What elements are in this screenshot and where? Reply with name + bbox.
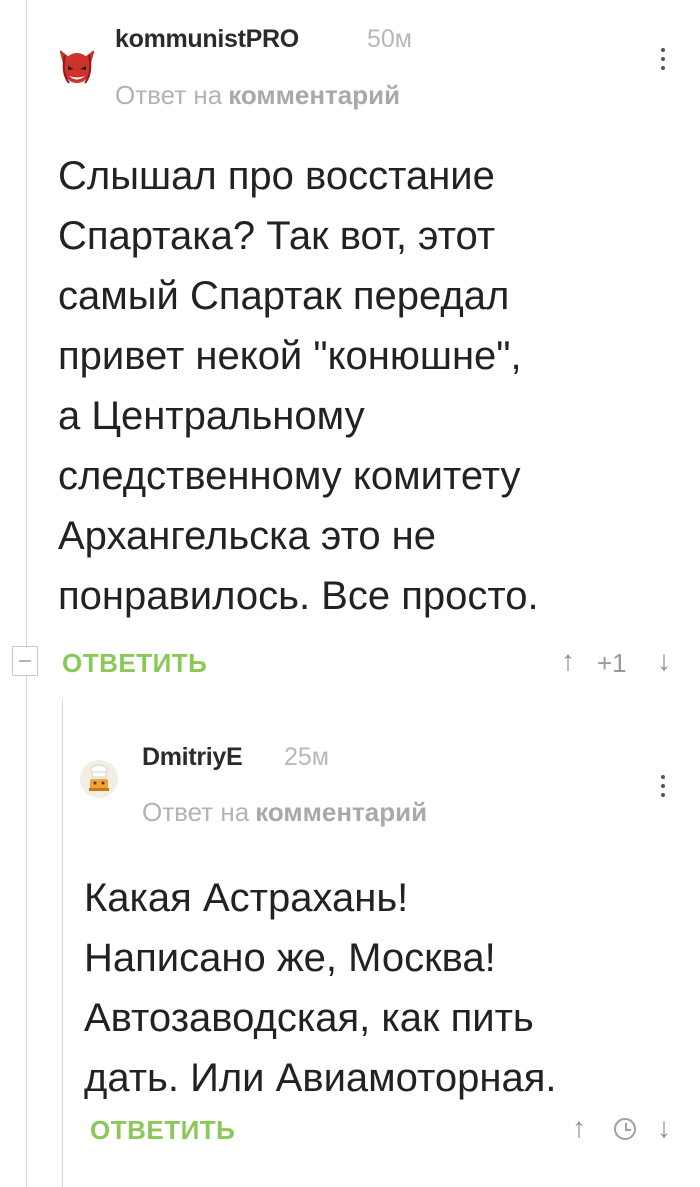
comment-body-line: а Центральному — [58, 394, 365, 438]
comment: kommunistPRO 50м Ответ на комментарий Слы… — [0, 0, 700, 690]
comments-thread: kommunistPRO 50м Ответ на комментарий Слы… — [0, 0, 700, 1187]
comment-body-line: дать. Или Авиамоторная. — [84, 1056, 557, 1100]
comment-body-line: Написано же, Москва! — [84, 936, 496, 980]
reply-to-line: Ответ на комментарий — [142, 797, 427, 828]
reply-button[interactable]: ОТВЕТИТЬ — [62, 648, 207, 679]
upvote-arrow-icon[interactable]: ↑ — [572, 1112, 586, 1144]
reply-to-line: Ответ на комментарий — [115, 80, 400, 111]
reply-to-link[interactable]: комментарий — [228, 80, 400, 110]
reply-to-prefix: Ответ на — [142, 797, 250, 827]
devil-avatar-icon[interactable] — [55, 43, 99, 87]
comment-body-line: Слышал про восстание — [58, 154, 495, 198]
comment-time: 50м — [367, 25, 412, 53]
comment-rating: +1 — [597, 648, 627, 678]
comment-body-line: следственному комитету — [58, 454, 521, 498]
comment-body-line: Спартака? Так вот, этот — [58, 214, 496, 258]
comment-body-line: Автозаводская, как пить — [84, 996, 534, 1040]
comment-body: Какая Астрахань! Написано же, Москва! Ав… — [84, 868, 684, 1108]
collapse-thread-icon[interactable] — [12, 646, 38, 676]
comment-body: Слышал про восстание Спартака? Так вот, … — [58, 146, 658, 626]
comment-author[interactable]: kommunistPRO — [115, 25, 299, 54]
chef-avatar-icon[interactable] — [80, 760, 118, 798]
comment-time: 25м — [284, 743, 329, 771]
reply-to-link[interactable]: комментарий — [255, 797, 427, 827]
more-options-icon[interactable] — [659, 48, 667, 72]
comment-author[interactable]: DmitriyE — [142, 743, 243, 772]
comment-body-line: привет некой "конюшне", — [58, 334, 522, 378]
clock-icon — [614, 1118, 636, 1140]
comment-reply: DmitriyE 25м Ответ на комментарий Какая А… — [62, 705, 700, 1187]
reply-button[interactable]: ОТВЕТИТЬ — [90, 1115, 235, 1146]
comment-body-line: Какая Астрахань! — [84, 876, 409, 920]
downvote-arrow-icon[interactable]: ↓ — [657, 1112, 671, 1144]
comment-body-line: понравилось. Все просто. — [58, 574, 539, 618]
comment-body-line: Архангельска это не — [58, 514, 437, 558]
reply-to-prefix: Ответ на — [115, 80, 223, 110]
more-options-icon[interactable] — [659, 775, 667, 799]
upvote-arrow-icon[interactable]: ↑ — [561, 645, 575, 677]
comment-body-line: самый Спартак передал — [58, 274, 510, 318]
downvote-arrow-icon[interactable]: ↓ — [657, 645, 671, 677]
